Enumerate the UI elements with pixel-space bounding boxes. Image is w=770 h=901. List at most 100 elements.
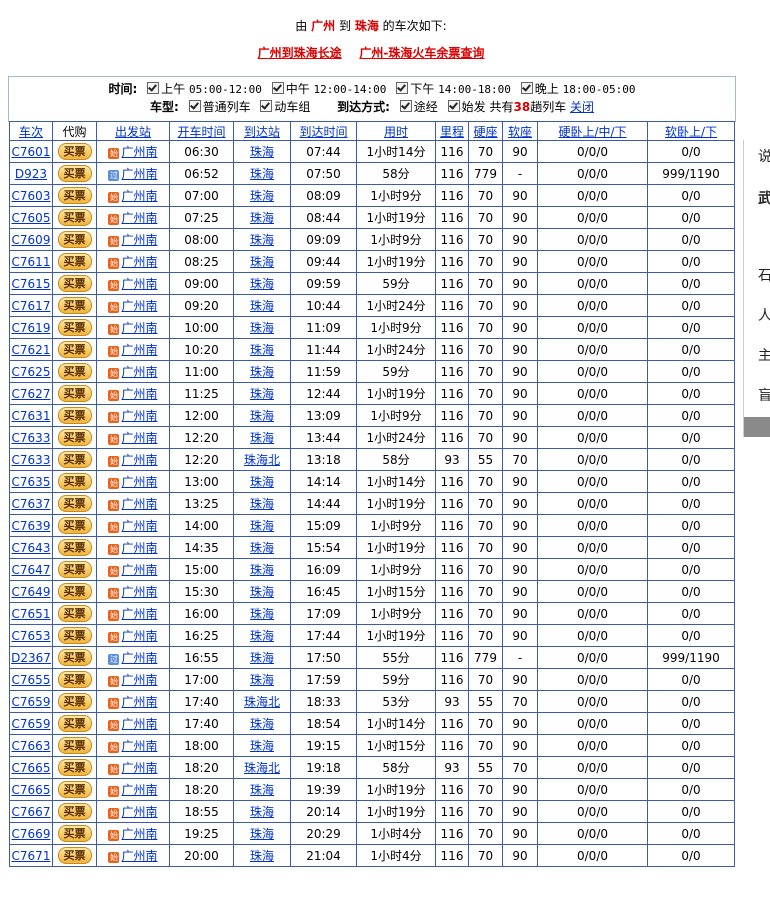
train-number-link[interactable]: C7603 <box>12 189 51 203</box>
depart-station-link[interactable]: 广州南 <box>121 519 157 533</box>
arrive-station-link[interactable]: 珠海 <box>250 541 274 555</box>
train-number-link[interactable]: C7621 <box>12 343 51 357</box>
arrive-station-link[interactable]: 珠海 <box>250 277 274 291</box>
depart-station-link[interactable]: 广州南 <box>121 167 157 181</box>
buy-ticket-button[interactable]: 买票 <box>57 451 92 468</box>
depart-station-link[interactable]: 广州南 <box>121 563 157 577</box>
arrive-station-link[interactable]: 珠海 <box>250 211 274 225</box>
depart-station-link[interactable]: 广州南 <box>121 409 157 423</box>
arrive-station-link[interactable]: 珠海 <box>250 365 274 379</box>
depart-station-link[interactable]: 广州南 <box>121 651 157 665</box>
buy-ticket-button[interactable]: 买票 <box>57 825 92 842</box>
train-number-link[interactable]: C7659 <box>12 717 51 731</box>
arrive-station-link[interactable]: 珠海 <box>250 673 274 687</box>
train-number-link[interactable]: C7635 <box>12 475 51 489</box>
depart-station-link[interactable]: 广州南 <box>121 475 157 489</box>
arrive-station-link[interactable]: 珠海 <box>250 783 274 797</box>
checkbox-normal-train[interactable] <box>188 100 201 112</box>
buy-ticket-button[interactable]: 买票 <box>57 363 92 380</box>
train-number-link[interactable]: C7633 <box>12 431 51 445</box>
buy-ticket-button[interactable]: 买票 <box>57 539 92 556</box>
train-number-link[interactable]: C7631 <box>12 409 51 423</box>
depart-station-link[interactable]: 广州南 <box>121 673 157 687</box>
ticket-query-link[interactable]: 广州-珠海火车余票查询 <box>359 46 484 60</box>
train-number-link[interactable]: C7671 <box>12 849 51 863</box>
train-number-link[interactable]: D2367 <box>11 651 51 665</box>
depart-station-link[interactable]: 广州南 <box>121 255 157 269</box>
arrive-station-link[interactable]: 珠海 <box>250 563 274 577</box>
arrive-station-link[interactable]: 珠海 <box>250 519 274 533</box>
buy-ticket-button[interactable]: 买票 <box>57 297 92 314</box>
train-number-link[interactable]: C7617 <box>12 299 51 313</box>
buy-ticket-button[interactable]: 买票 <box>57 495 92 512</box>
buy-ticket-button[interactable]: 买票 <box>57 759 92 776</box>
arrive-station-link[interactable]: 珠海 <box>250 321 274 335</box>
buy-ticket-button[interactable]: 买票 <box>57 319 92 336</box>
checkbox-morning[interactable] <box>147 82 160 94</box>
train-number-link[interactable]: C7653 <box>12 629 51 643</box>
buy-ticket-button[interactable]: 买票 <box>57 407 92 424</box>
depart-station-link[interactable]: 广州南 <box>121 629 157 643</box>
depart-station-link[interactable]: 广州南 <box>121 585 157 599</box>
buy-ticket-button[interactable]: 买票 <box>57 561 92 578</box>
depart-station-link[interactable]: 广州南 <box>121 739 157 753</box>
train-number-link[interactable]: C7615 <box>12 277 51 291</box>
buy-ticket-button[interactable]: 买票 <box>57 605 92 622</box>
column-header[interactable]: 出发站 <box>96 121 170 141</box>
buy-ticket-button[interactable]: 买票 <box>57 847 92 864</box>
buy-ticket-button[interactable]: 买票 <box>57 715 92 732</box>
train-number-link[interactable]: C7663 <box>12 739 51 753</box>
depart-station-link[interactable]: 广州南 <box>121 431 157 445</box>
depart-station-link[interactable]: 广州南 <box>121 321 157 335</box>
buy-ticket-button[interactable]: 买票 <box>57 583 92 600</box>
train-number-link[interactable]: C7665 <box>12 783 51 797</box>
depart-station-link[interactable]: 广州南 <box>121 783 157 797</box>
depart-station-link[interactable]: 广州南 <box>121 717 157 731</box>
depart-station-link[interactable]: 广州南 <box>121 453 157 467</box>
train-number-link[interactable]: C7637 <box>12 497 51 511</box>
train-number-link[interactable]: C7625 <box>12 365 51 379</box>
depart-station-link[interactable]: 广州南 <box>121 233 157 247</box>
arrive-station-link[interactable]: 珠海 <box>250 387 274 401</box>
arrive-station-link[interactable]: 珠海北 <box>244 695 280 709</box>
arrive-station-link[interactable]: 珠海 <box>250 585 274 599</box>
arrive-station-link[interactable]: 珠海 <box>250 827 274 841</box>
arrive-station-link[interactable]: 珠海 <box>250 409 274 423</box>
arrive-station-link[interactable]: 珠海 <box>250 255 274 269</box>
column-header[interactable]: 硬座 <box>468 121 503 141</box>
buy-ticket-button[interactable]: 买票 <box>57 231 92 248</box>
train-number-link[interactable]: C7633 <box>12 453 51 467</box>
buy-ticket-button[interactable]: 买票 <box>57 517 92 534</box>
train-number-link[interactable]: D923 <box>15 167 47 181</box>
checkbox-pass-through[interactable] <box>399 100 412 112</box>
train-number-link[interactable]: C7605 <box>12 211 51 225</box>
arrive-station-link[interactable]: 珠海 <box>250 299 274 313</box>
column-header[interactable]: 里程 <box>435 121 469 141</box>
arrive-station-link[interactable]: 珠海 <box>250 145 274 159</box>
depart-station-link[interactable]: 广州南 <box>121 761 157 775</box>
train-number-link[interactable]: C7659 <box>12 695 51 709</box>
column-header[interactable]: 车次 <box>9 121 53 141</box>
arrive-station-link[interactable]: 珠海 <box>250 739 274 753</box>
depart-station-link[interactable]: 广州南 <box>121 497 157 511</box>
column-header[interactable]: 软卧上/下 <box>647 121 735 141</box>
train-number-link[interactable]: C7619 <box>12 321 51 335</box>
arrive-station-link[interactable]: 珠海 <box>250 475 274 489</box>
buy-ticket-button[interactable]: 买票 <box>57 737 92 754</box>
train-number-link[interactable]: C7665 <box>12 761 51 775</box>
depart-station-link[interactable]: 广州南 <box>121 607 157 621</box>
buy-ticket-button[interactable]: 买票 <box>57 143 92 160</box>
train-number-link[interactable]: C7609 <box>12 233 51 247</box>
column-header[interactable]: 硬卧上/中/下 <box>537 121 648 141</box>
depart-station-link[interactable]: 广州南 <box>121 211 157 225</box>
depart-station-link[interactable]: 广州南 <box>121 343 157 357</box>
buy-ticket-button[interactable]: 买票 <box>57 187 92 204</box>
arrive-station-link[interactable]: 珠海 <box>250 849 274 863</box>
buy-ticket-button[interactable]: 买票 <box>57 165 92 182</box>
buy-ticket-button[interactable]: 买票 <box>57 781 92 798</box>
depart-station-link[interactable]: 广州南 <box>121 189 157 203</box>
checkbox-origin[interactable] <box>447 100 460 112</box>
train-number-link[interactable]: C7643 <box>12 541 51 555</box>
checkbox-evening[interactable] <box>520 82 533 94</box>
train-number-link[interactable]: C7669 <box>12 827 51 841</box>
